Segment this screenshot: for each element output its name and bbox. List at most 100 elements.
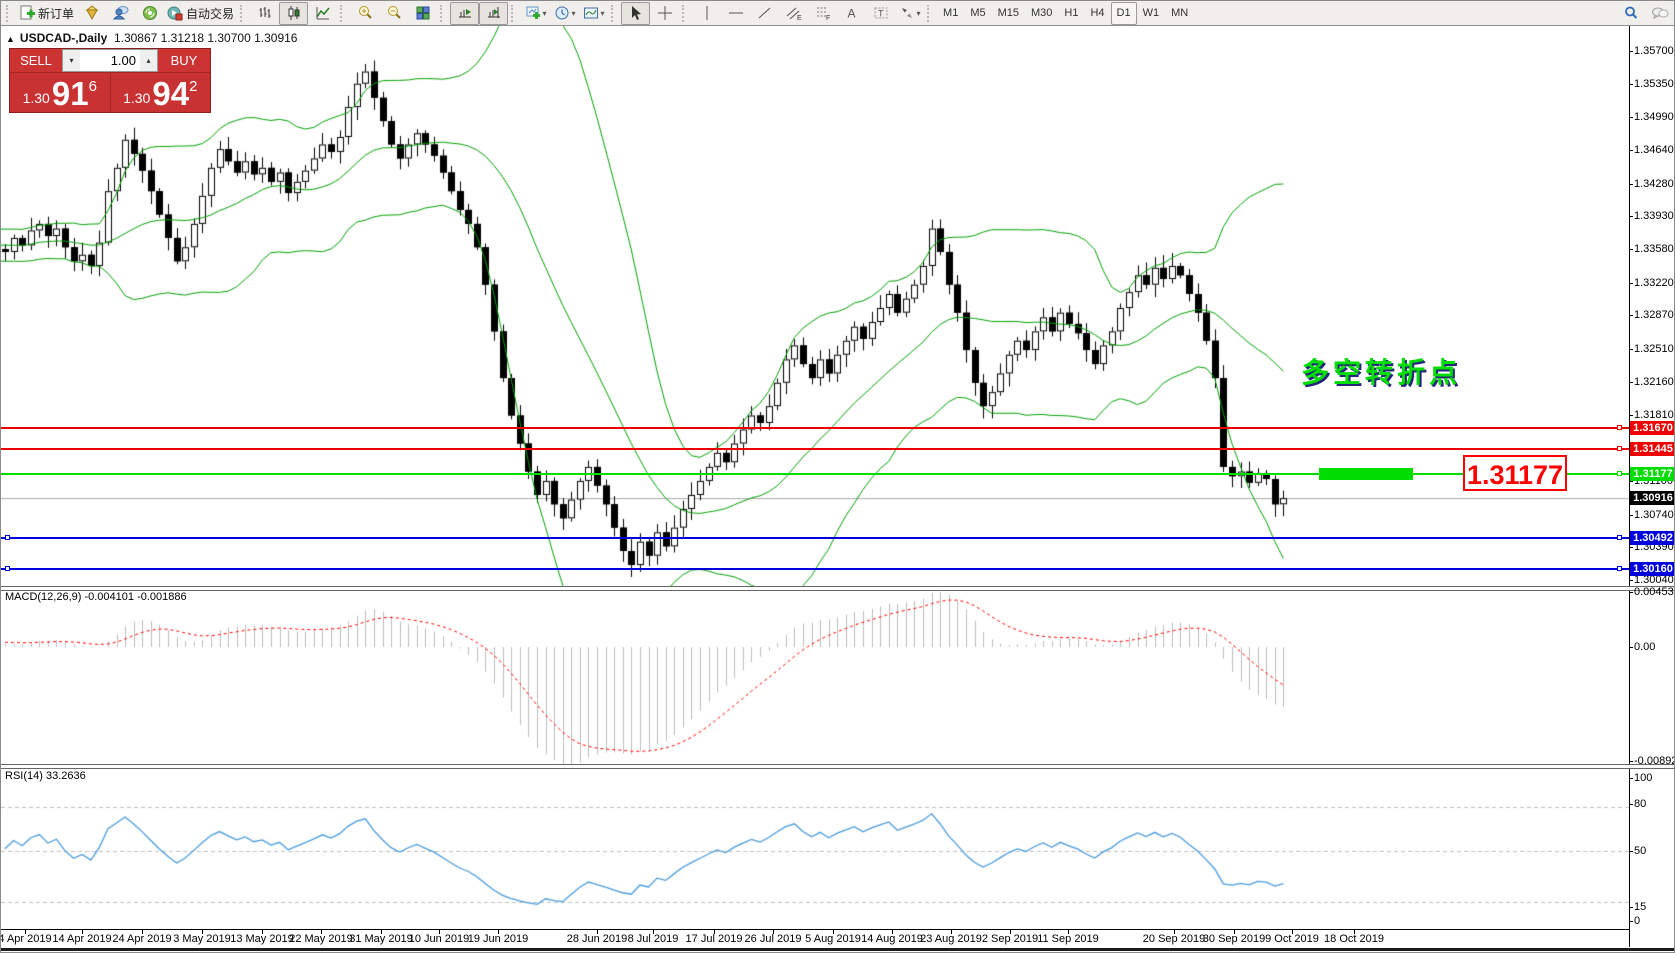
vertical-line-icon — [699, 5, 715, 21]
line-chart-button[interactable] — [308, 2, 337, 25]
search-button[interactable] — [1616, 2, 1645, 25]
candlestick-chart-button[interactable] — [279, 2, 308, 25]
bars-chart-icon — [257, 5, 273, 21]
timeframe-button-m5[interactable]: M5 — [964, 2, 991, 25]
macd-canvas[interactable] — [1, 589, 1629, 764]
price-tag-box[interactable]: 1.31177 — [1463, 455, 1567, 491]
level-price-label: 1.31177 — [1630, 467, 1675, 481]
line-handle[interactable] — [1617, 446, 1622, 451]
svg-text:E: E — [797, 15, 802, 21]
timeframe-button-m15[interactable]: M15 — [992, 2, 1025, 25]
zoom-in-button[interactable] — [350, 2, 379, 25]
cursor-button[interactable] — [621, 2, 650, 25]
rsi-splitter[interactable] — [1, 764, 1675, 769]
level-price-label: 1.30492 — [1630, 531, 1675, 545]
horizontal-line-button[interactable] — [721, 2, 750, 25]
price-axis-tick — [1629, 84, 1633, 85]
chevron-down-icon — [572, 9, 576, 18]
volume-decrease-button[interactable] — [63, 50, 80, 71]
price-axis-tick — [1629, 580, 1633, 581]
price-axis-label: 1.30740 — [1634, 509, 1675, 521]
tile-windows-button[interactable] — [408, 2, 437, 25]
line-handle[interactable] — [1617, 566, 1622, 571]
text-label-button[interactable]: T — [866, 2, 895, 25]
new-chart-button[interactable] — [521, 2, 550, 25]
periods-button[interactable] — [550, 2, 579, 25]
indicator-axis-tick — [1629, 592, 1633, 593]
buy-button[interactable]: BUY — [158, 49, 210, 72]
zoom-out-icon — [386, 5, 402, 21]
timeframe-button-m1[interactable]: M1 — [937, 2, 964, 25]
zoom-out-button[interactable] — [379, 2, 408, 25]
timeframe-button-mn[interactable]: MN — [1165, 2, 1194, 25]
date-axis-label: 31 May 2019 — [349, 933, 413, 945]
toolbar-grip — [511, 5, 516, 22]
level-line[interactable] — [1, 427, 1629, 429]
autotrading-button[interactable]: 自动交易 — [164, 2, 237, 25]
indicator-axis-tick — [1629, 804, 1633, 805]
line-handle[interactable] — [1617, 471, 1622, 476]
volume-input[interactable] — [80, 50, 140, 71]
price-axis-label: 1.34990 — [1634, 111, 1675, 123]
chart-shift-button[interactable] — [479, 2, 508, 25]
level-price-label: 1.31670 — [1630, 421, 1675, 435]
toolbar-grip — [440, 5, 445, 22]
level-line[interactable] — [1, 568, 1629, 570]
macd-splitter[interactable] — [1, 586, 1675, 591]
signals-button[interactable] — [135, 2, 164, 25]
new-chart-icon — [525, 5, 541, 21]
timeframe-button-h1[interactable]: H1 — [1058, 2, 1084, 25]
date-axis-label: 14 Apr 2019 — [52, 933, 111, 945]
buy-price[interactable]: 1.30942 — [110, 73, 211, 112]
market-button[interactable] — [77, 2, 106, 25]
level-line[interactable] — [1, 448, 1629, 450]
text-label-icon: T — [873, 5, 889, 21]
sell-button[interactable]: SELL — [10, 49, 62, 72]
equidistant-channel-button[interactable]: E — [779, 2, 808, 25]
fibonacci-button[interactable]: F — [808, 2, 837, 25]
auto-scroll-button[interactable] — [450, 2, 479, 25]
timeframe-button-w1[interactable]: W1 — [1137, 2, 1166, 25]
volume-increase-button[interactable] — [140, 50, 157, 71]
date-axis-label: 4 Apr 2019 — [0, 933, 52, 945]
text-icon: A — [844, 5, 860, 21]
timeframe-button-d1[interactable]: D1 — [1111, 2, 1137, 25]
crosshair-button[interactable] — [650, 2, 679, 25]
line-handle[interactable] — [5, 535, 10, 540]
date-axis-label: 22 May 2019 — [289, 933, 353, 945]
date-axis-label: 5 Aug 2019 — [805, 933, 861, 945]
templates-icon — [583, 5, 599, 21]
chart-shift-icon — [486, 5, 502, 21]
chart-symbol-period: USDCAD-,Daily — [20, 31, 107, 45]
sell-price[interactable]: 1.30916 — [10, 73, 110, 112]
templates-button[interactable] — [579, 2, 608, 25]
price-axis-tick — [1629, 481, 1633, 482]
price-axis-label: 1.32160 — [1634, 376, 1675, 388]
level-line[interactable] — [1, 537, 1629, 539]
line-handle[interactable] — [1617, 425, 1622, 430]
timeframe-button-h4[interactable]: H4 — [1084, 2, 1110, 25]
price-axis-tick — [1629, 117, 1633, 118]
line-handle[interactable] — [5, 566, 10, 571]
main-chart-canvas[interactable] — [1, 26, 1629, 586]
price-axis-tick — [1629, 547, 1633, 548]
line-chart-icon — [315, 5, 331, 21]
rsi-canvas[interactable] — [1, 767, 1629, 929]
chat-button[interactable] — [1645, 2, 1674, 25]
text-button[interactable]: A — [837, 2, 866, 25]
new-order-button[interactable]: 新订单 — [16, 2, 77, 25]
toolbar-grip — [927, 5, 932, 22]
timeframe-button-m30[interactable]: M30 — [1025, 2, 1058, 25]
trendline-button[interactable] — [750, 2, 779, 25]
date-axis-label: 13 May 2019 — [230, 933, 294, 945]
indicator-axis-label: 0.00 — [1634, 641, 1675, 653]
macd-label: MACD(12,26,9) -0.004101 -0.001886 — [5, 591, 187, 603]
community-button[interactable] — [106, 2, 135, 25]
collapse-trade-panel-icon[interactable] — [6, 31, 20, 45]
bars-chart-button[interactable] — [250, 2, 279, 25]
highlight-band — [1319, 468, 1413, 480]
vertical-line-button[interactable] — [692, 2, 721, 25]
price-axis-label: 1.32510 — [1634, 343, 1675, 355]
line-handle[interactable] — [1617, 535, 1622, 540]
arrows-button[interactable] — [895, 2, 924, 25]
